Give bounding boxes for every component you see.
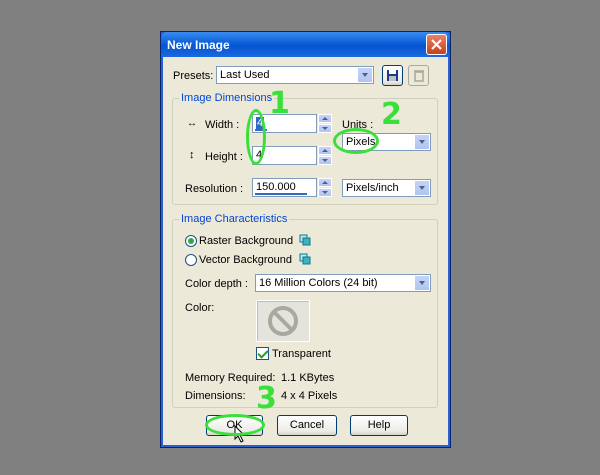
annotation-number-2: 2 — [381, 97, 402, 132]
new-image-dialog: New Image Presets: Last Used Image Dimen… — [160, 31, 451, 448]
color-depth-label: Color depth : — [185, 278, 248, 290]
image-dimensions-title: Image Dimensions — [179, 92, 275, 104]
annotation-number-3: 3 — [256, 381, 277, 416]
trash-icon — [414, 70, 424, 82]
spin-down-icon[interactable] — [318, 124, 332, 133]
width-label: Width : — [205, 119, 240, 131]
close-button[interactable] — [426, 34, 447, 55]
annotation-ellipse-width-height — [246, 109, 266, 165]
floppy-disk-icon — [387, 70, 398, 81]
annotation-number-1: 1 — [269, 86, 290, 121]
color-depth-select[interactable]: 16 Million Colors (24 bit) — [255, 274, 431, 292]
cancel-button[interactable]: Cancel — [277, 415, 337, 436]
transparent-label[interactable]: Transparent — [272, 348, 331, 360]
resolution-slider-bar — [255, 193, 307, 195]
spin-up-icon[interactable] — [318, 146, 332, 155]
raster-info-icon[interactable] — [299, 234, 311, 247]
color-label: Color: — [185, 302, 215, 314]
color-depth-value: 16 Million Colors (24 bit) — [259, 277, 378, 289]
width-arrows-icon: ↔ — [187, 118, 197, 129]
chevron-down-icon[interactable] — [414, 276, 429, 290]
chevron-down-icon[interactable] — [357, 68, 372, 82]
resolution-value: 150.000 — [256, 181, 296, 193]
resolution-units-select[interactable]: Pixels/inch — [342, 179, 431, 197]
dialog-title: New Image — [167, 38, 230, 52]
memory-required-value: 1.1 KBytes — [281, 372, 335, 384]
presets-label: Presets: — [173, 70, 214, 82]
close-icon — [431, 39, 442, 50]
width-spinner[interactable] — [318, 114, 332, 133]
resolution-units-value: Pixels/inch — [346, 182, 399, 194]
chevron-down-icon[interactable] — [414, 135, 429, 149]
resolution-label: Resolution : — [185, 183, 244, 195]
save-preset-button[interactable] — [382, 65, 403, 86]
presets-select[interactable]: Last Used — [216, 66, 374, 84]
height-spinner[interactable] — [318, 146, 332, 165]
help-button[interactable]: Help — [350, 415, 408, 436]
image-characteristics-title: Image Characteristics — [179, 213, 290, 225]
title-bar[interactable]: New Image — [161, 32, 450, 57]
raster-background-radio[interactable] — [185, 235, 197, 247]
raster-background-label[interactable]: Raster Background — [199, 235, 293, 247]
dimensions-value: 4 x 4 Pixels — [281, 390, 338, 402]
spin-down-icon[interactable] — [318, 156, 332, 165]
no-color-icon — [268, 306, 298, 336]
spin-down-icon[interactable] — [318, 188, 332, 197]
transparent-checkbox[interactable] — [256, 347, 269, 360]
vector-info-icon[interactable] — [299, 253, 311, 266]
presets-value: Last Used — [220, 69, 270, 81]
resolution-input[interactable]: 150.000 — [252, 178, 317, 197]
color-swatch[interactable] — [256, 300, 310, 342]
chevron-down-icon[interactable] — [414, 181, 429, 195]
help-label: Help — [367, 419, 391, 431]
height-arrows-icon: ↕ — [189, 149, 195, 161]
vector-background-radio[interactable] — [185, 254, 197, 266]
cancel-label: Cancel — [289, 419, 325, 431]
annotation-ellipse-ok — [205, 414, 265, 436]
resolution-spinner[interactable] — [318, 178, 332, 197]
spin-up-icon[interactable] — [318, 114, 332, 123]
spin-up-icon[interactable] — [318, 178, 332, 187]
dimensions-label: Dimensions: — [185, 390, 246, 402]
vector-background-label[interactable]: Vector Background — [199, 254, 292, 266]
delete-preset-button[interactable] — [408, 65, 429, 86]
height-label: Height : — [205, 151, 243, 163]
annotation-ellipse-units — [333, 128, 379, 154]
